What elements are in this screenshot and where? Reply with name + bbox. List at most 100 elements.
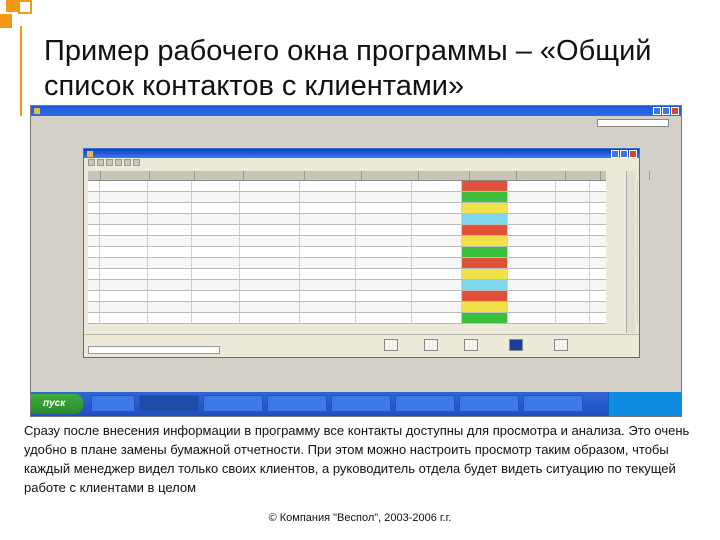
table-row[interactable] <box>88 214 638 225</box>
start-button-label: пуск <box>43 398 66 409</box>
table-cell <box>148 269 192 279</box>
grid-column-header[interactable] <box>517 171 566 180</box>
toolbar-button[interactable] <box>106 159 113 166</box>
table-cell <box>192 302 240 312</box>
table-row[interactable] <box>88 269 638 280</box>
table-cell <box>240 313 300 323</box>
table-cell <box>462 302 508 312</box>
app-screenshot: пуск <box>30 105 682 417</box>
table-cell <box>508 236 556 246</box>
close-icon[interactable] <box>671 107 679 115</box>
bottom-button[interactable] <box>424 339 438 351</box>
table-row[interactable] <box>88 225 638 236</box>
taskbar-item[interactable] <box>523 395 583 412</box>
record-navigator[interactable] <box>88 346 220 354</box>
contacts-grid[interactable] <box>88 171 650 324</box>
table-cell <box>148 258 192 268</box>
table-row[interactable] <box>88 247 638 258</box>
table-cell <box>300 313 356 323</box>
toolbar-button[interactable] <box>115 159 122 166</box>
table-row[interactable] <box>88 258 638 269</box>
table-cell <box>240 225 300 235</box>
table-row[interactable] <box>88 302 638 313</box>
taskbar-item[interactable] <box>331 395 391 412</box>
decor-square <box>6 0 18 12</box>
table-cell <box>192 291 240 301</box>
toolbar-button[interactable] <box>124 159 131 166</box>
grid-column-header[interactable] <box>150 171 195 180</box>
table-cell <box>556 269 590 279</box>
table-row[interactable] <box>88 291 638 302</box>
table-cell <box>100 269 148 279</box>
taskbar-item[interactable] <box>395 395 455 412</box>
grid-column-header[interactable] <box>101 171 150 180</box>
table-cell <box>556 203 590 213</box>
table-cell <box>556 214 590 224</box>
maximize-icon[interactable] <box>620 150 628 158</box>
taskbar-item[interactable] <box>139 395 199 412</box>
grid-column-header[interactable] <box>362 171 419 180</box>
minimize-icon[interactable] <box>653 107 661 115</box>
bottom-button[interactable] <box>554 339 568 351</box>
taskbar-item[interactable] <box>459 395 519 412</box>
table-cell <box>300 291 356 301</box>
decor-square-outline <box>18 0 32 14</box>
table-row[interactable] <box>88 280 638 291</box>
table-row[interactable] <box>88 192 638 203</box>
table-cell <box>412 291 462 301</box>
table-cell <box>148 302 192 312</box>
toolbar-button[interactable] <box>133 159 140 166</box>
table-cell <box>508 291 556 301</box>
table-cell <box>556 225 590 235</box>
bottom-button[interactable] <box>384 339 398 351</box>
bottom-button[interactable] <box>509 339 523 351</box>
table-cell <box>556 258 590 268</box>
table-cell <box>462 258 508 268</box>
grid-column-header[interactable] <box>195 171 244 180</box>
table-cell <box>100 313 148 323</box>
toolbar-button[interactable] <box>88 159 95 166</box>
table-row[interactable] <box>88 313 638 324</box>
table-cell <box>556 247 590 257</box>
maximize-icon[interactable] <box>662 107 670 115</box>
table-cell <box>356 313 412 323</box>
table-cell <box>100 258 148 268</box>
table-cell <box>300 280 356 290</box>
table-cell <box>100 280 148 290</box>
table-cell <box>100 236 148 246</box>
table-cell <box>412 214 462 224</box>
table-cell <box>356 291 412 301</box>
grid-column-header[interactable] <box>88 171 101 180</box>
table-cell <box>148 247 192 257</box>
table-cell <box>88 313 100 323</box>
table-cell <box>88 280 100 290</box>
table-cell <box>88 269 100 279</box>
bottom-button[interactable] <box>464 339 478 351</box>
grid-column-header[interactable] <box>419 171 470 180</box>
table-row[interactable] <box>88 236 638 247</box>
table-cell <box>356 203 412 213</box>
table-cell <box>556 181 590 191</box>
close-icon[interactable] <box>629 150 637 158</box>
slide-footer: © Компания "Веспол", 2003-2006 г.г. <box>268 512 452 524</box>
grid-column-header[interactable] <box>470 171 517 180</box>
taskbar-item[interactable] <box>91 395 135 412</box>
table-cell <box>240 269 300 279</box>
grid-column-header[interactable] <box>244 171 305 180</box>
toolbar-button[interactable] <box>97 159 104 166</box>
table-cell <box>88 236 100 246</box>
taskbar-item[interactable] <box>203 395 263 412</box>
taskbar-item[interactable] <box>267 395 327 412</box>
grid-column-header[interactable] <box>305 171 362 180</box>
minimize-icon[interactable] <box>611 150 619 158</box>
help-search-box[interactable] <box>597 119 669 127</box>
table-row[interactable] <box>88 181 638 192</box>
table-cell <box>300 214 356 224</box>
vertical-scrollbar[interactable] <box>626 171 635 333</box>
table-cell <box>192 236 240 246</box>
table-cell <box>100 247 148 257</box>
table-row[interactable] <box>88 203 638 214</box>
grid-column-header[interactable] <box>566 171 601 180</box>
window-icon <box>87 151 93 157</box>
start-button[interactable]: пуск <box>31 394 83 414</box>
